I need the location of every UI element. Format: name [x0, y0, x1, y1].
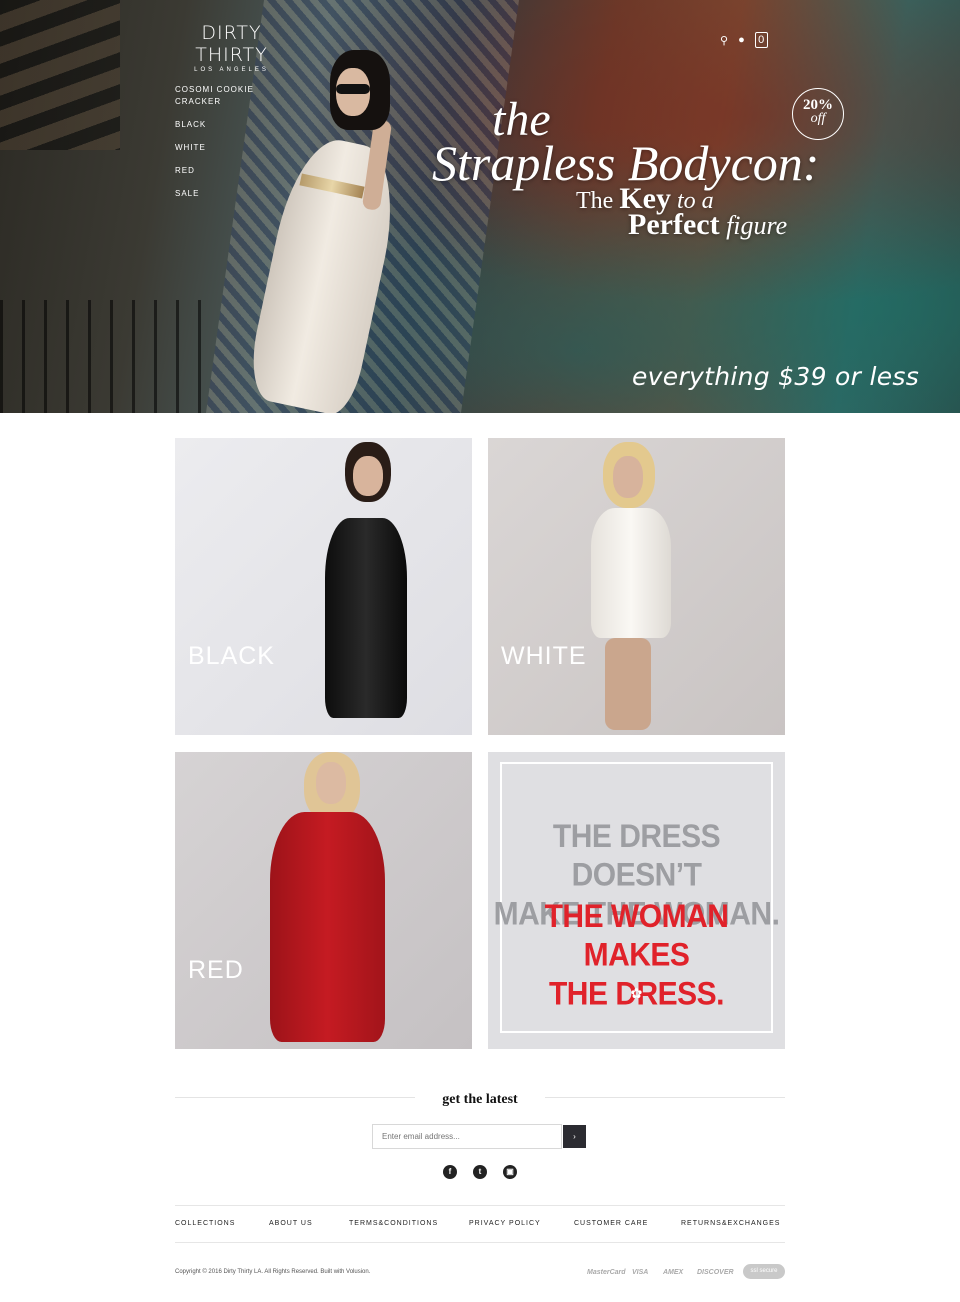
nav-item-cosomi[interactable]: COSOMI COOKIE CRACKER — [175, 84, 265, 108]
red-model-face — [316, 762, 346, 804]
ceiling-beams — [0, 0, 120, 150]
logo-brand: DIRTY THIRTY — [195, 22, 268, 66]
site-logo[interactable]: DIRTY THIRTY LOS ANGELES — [174, 22, 289, 73]
red-dress-model — [260, 752, 390, 1049]
discover-logo: DISCOVER — [697, 1269, 734, 1276]
search-icon[interactable]: ⚲ — [720, 34, 728, 47]
account-icon[interactable]: ● — [738, 34, 745, 46]
hero-model-figure — [243, 40, 420, 413]
hero-tagline: everything $39 or less — [632, 362, 920, 391]
side-nav: COSOMI COOKIE CRACKER BLACK WHITE RED SA… — [175, 84, 265, 211]
footer-link-customer-care[interactable]: CUSTOMER CARE — [574, 1220, 648, 1227]
instagram-icon[interactable]: ▣ — [503, 1165, 517, 1179]
newsletter-submit-button[interactable]: › — [563, 1125, 586, 1148]
quote-grey-line1: THE DRESS DOESN’T — [552, 818, 721, 894]
collection-tile-white[interactable]: WHITE — [488, 438, 785, 735]
header-icons: ⚲ ● 0 — [720, 32, 768, 48]
nav-item-black[interactable]: BLACK — [175, 119, 265, 131]
footer-link-terms[interactable]: TERMS&CONDITIONS — [349, 1220, 438, 1227]
footer-rule-top — [175, 1205, 785, 1206]
nav-item-white[interactable]: WHITE — [175, 142, 265, 154]
facebook-icon[interactable]: f — [443, 1165, 457, 1179]
footer-rule-bottom — [175, 1242, 785, 1243]
model-sunglasses — [336, 84, 370, 94]
headline-figure: figure — [719, 211, 788, 240]
tile-label-white: WHITE — [501, 642, 587, 670]
logo-subtitle: LOS ANGELES — [194, 67, 269, 73]
visa-logo: VISA — [632, 1269, 649, 1276]
stair-railing — [0, 300, 210, 413]
headline-the-word: The — [576, 188, 620, 214]
footer-link-privacy[interactable]: PRIVACY POLICY — [469, 1220, 541, 1227]
black-model-face — [353, 456, 383, 496]
hero-banner[interactable]: DIRTY THIRTY LOS ANGELES COSOMI COOKIE C… — [0, 0, 960, 413]
twitter-icon[interactable]: t — [473, 1165, 487, 1179]
mastercard-logo: MasterCard — [587, 1269, 626, 1276]
nav-item-sale[interactable]: SALE — [175, 188, 265, 200]
newsletter-rule-left — [175, 1097, 415, 1098]
white-model-dress — [591, 508, 671, 638]
footer-link-returns[interactable]: RETURNS&EXCHANGES — [681, 1220, 780, 1227]
quote-red-line1: THE WOMAN MAKES — [544, 898, 729, 974]
headline-perfect: Perfect — [628, 208, 720, 241]
quote-tile: THE DRESS DOESN’T MAKE THE WOMAN. THE WO… — [488, 752, 785, 1049]
newsletter-title: get the latest — [442, 1092, 518, 1107]
badge-off: off — [810, 111, 826, 126]
tile-label-black: BLACK — [188, 642, 275, 670]
tile-label-red: RED — [188, 956, 244, 984]
white-model-face — [613, 456, 643, 498]
red-model-dress — [270, 812, 385, 1042]
black-dress-model — [305, 438, 425, 735]
discount-badge: 20% off — [792, 88, 844, 140]
white-model-legs — [605, 638, 651, 730]
nav-item-red[interactable]: RED — [175, 165, 265, 177]
cart-count: 0 — [758, 34, 765, 46]
headline-line4: Perfect figure — [628, 208, 787, 242]
newsletter-rule-right — [545, 1097, 785, 1098]
cart-icon[interactable]: 0 — [754, 32, 768, 48]
copyright-text: Copyright © 2016 Dirty Thirty LA. All Ri… — [175, 1269, 371, 1275]
footer-link-about[interactable]: ABOUT US — [269, 1220, 313, 1227]
ssl-badge: ssl secure — [743, 1264, 785, 1279]
footer-link-collections[interactable]: COLLECTIONS — [175, 1220, 235, 1227]
white-dress-model — [583, 438, 703, 735]
collection-tile-black[interactable]: BLACK — [175, 438, 472, 735]
black-model-dress — [325, 518, 407, 718]
collection-tile-red[interactable]: RED — [175, 752, 472, 1049]
lotus-icon: ✿ — [630, 985, 643, 1001]
amex-logo: AMEX — [663, 1269, 684, 1276]
newsletter-email-input[interactable] — [372, 1124, 562, 1149]
